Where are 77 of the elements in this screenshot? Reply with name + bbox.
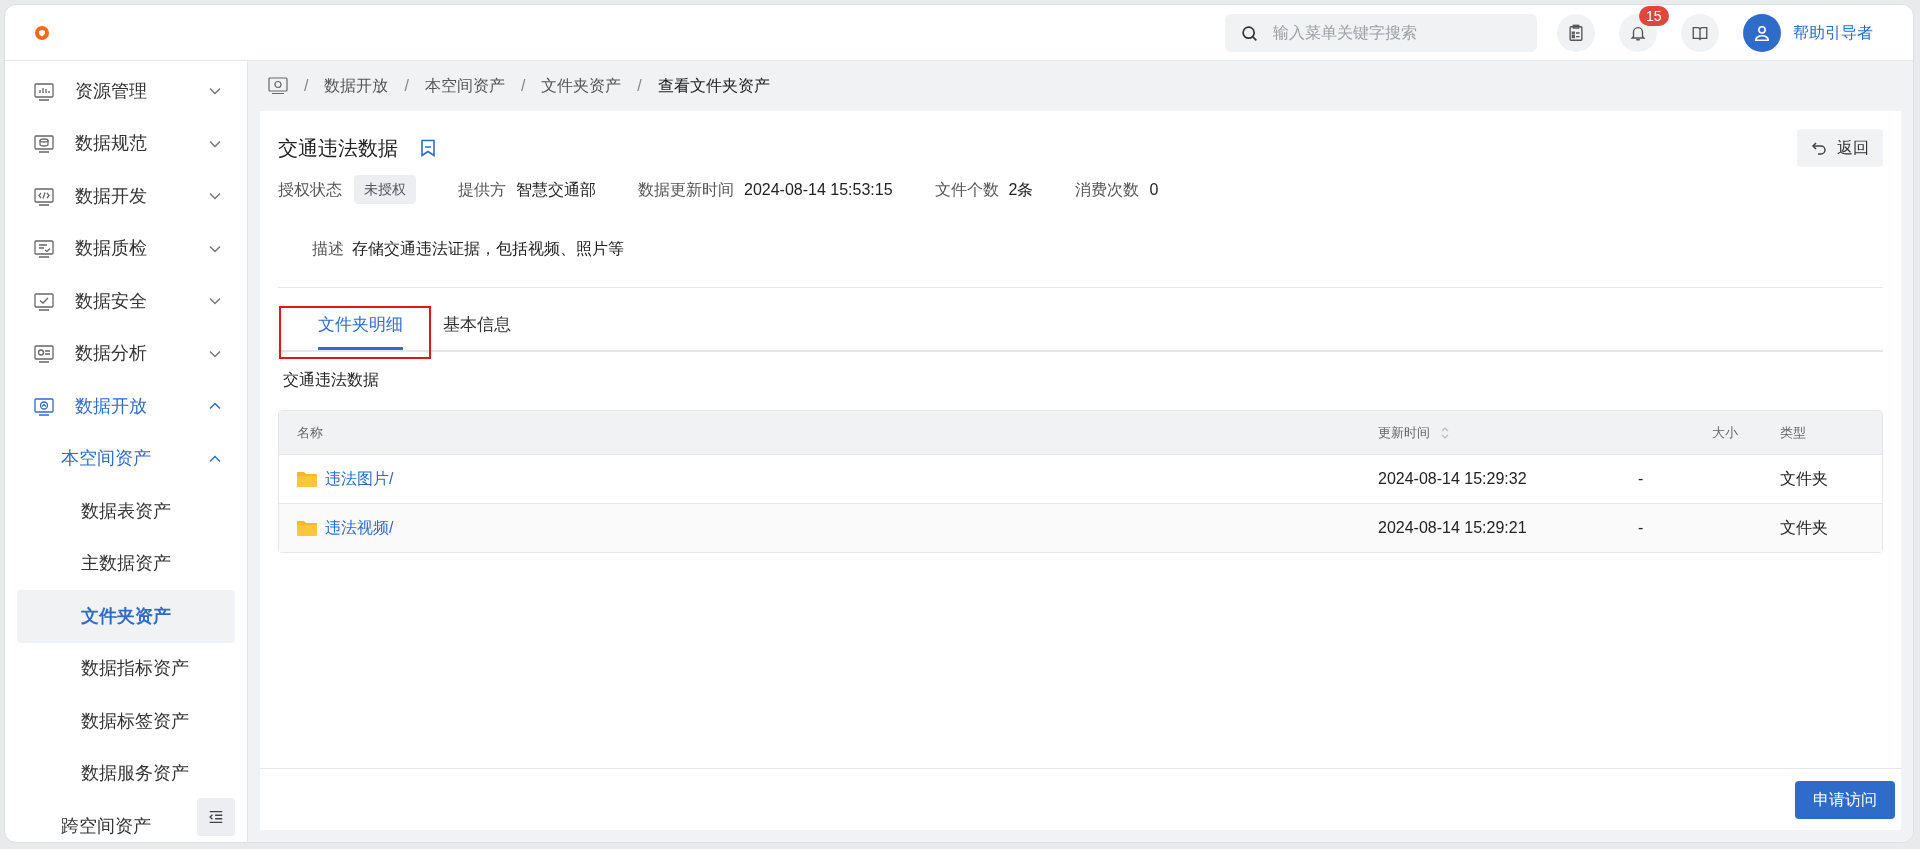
book-button[interactable]: [1681, 13, 1719, 52]
sidebar-item[interactable]: 数据开放: [17, 380, 235, 433]
avatar[interactable]: [1743, 13, 1781, 52]
meta-label: 提供方: [458, 179, 506, 200]
sidebar-item[interactable]: 数据安全: [17, 275, 235, 328]
meta-label: 数据更新时间: [638, 179, 734, 200]
breadcrumb-link[interactable]: 数据开放: [324, 74, 389, 98]
sidebar-item[interactable]: 资源管理: [17, 65, 235, 118]
column-header: 类型: [1780, 423, 1806, 442]
bookmark-icon[interactable]: [420, 139, 436, 157]
sidebar-item[interactable]: 数据表资产: [17, 485, 235, 538]
search-icon: [1241, 24, 1258, 42]
user-link[interactable]: 帮助引导者: [1793, 20, 1873, 45]
collapse-icon: [207, 808, 225, 826]
monitor-icon: [33, 290, 55, 312]
folder-icon: [297, 520, 317, 536]
table-cell: 2024-08-14 15:29:32: [1378, 470, 1527, 487]
collapse-button[interactable]: [197, 798, 235, 836]
column-header: 大小: [1712, 423, 1738, 442]
status-badge: 未授权: [354, 175, 416, 204]
column-header[interactable]: 更新时间: [1378, 422, 1450, 443]
meta-value: 智慧交通部: [516, 179, 596, 200]
clipboard-button[interactable]: [1557, 13, 1595, 52]
folder-icon: [297, 471, 317, 487]
sidebar-item[interactable]: 跨空间资产: [17, 800, 185, 842]
breadcrumb-current: 查看文件夹资产: [657, 76, 770, 96]
table-cell: 2024-08-14 15:29:21: [1378, 519, 1527, 536]
sidebar-item[interactable]: 数据质检: [17, 222, 235, 275]
sidebar-item[interactable]: 数据开发: [17, 170, 235, 223]
description-text: 存储交通违法证据，包括视频、照片等: [352, 239, 624, 259]
breadcrumb-separator: /: [304, 76, 309, 96]
monitor-icon: [33, 185, 55, 207]
table-cell: 文件夹: [1780, 519, 1828, 536]
back-button[interactable]: 返回: [1797, 129, 1883, 167]
monitor-icon: [33, 395, 55, 417]
page-title: 交通违法数据: [278, 136, 398, 161]
table-cell: 文件夹: [1780, 470, 1828, 487]
breadcrumb-link[interactable]: 文件夹资产: [541, 74, 622, 98]
tab[interactable]: 基本信息: [443, 288, 511, 350]
description-label: 描述: [312, 239, 344, 259]
sidebar-item[interactable]: 文件夹资产: [17, 590, 235, 643]
table-cell: -: [1638, 519, 1644, 536]
logo-icon: [35, 25, 49, 40]
home-icon[interactable]: [268, 77, 288, 95]
meta-label: 消费次数: [1075, 179, 1140, 200]
undo-icon: [1811, 140, 1827, 156]
breadcrumb-separator: /: [404, 76, 409, 96]
meta-value: 2条: [1008, 179, 1034, 200]
monitor-icon: [33, 133, 55, 155]
sidebar-item[interactable]: 数据标签资产: [17, 695, 235, 748]
folder-link[interactable]: 违法视频/: [325, 516, 394, 540]
column-header: 名称: [297, 423, 323, 442]
sidebar-item[interactable]: 数据指标资产: [17, 642, 235, 695]
breadcrumb-separator: /: [637, 76, 642, 96]
meta-value: 2024-08-14 15:53:15: [744, 179, 893, 200]
notification-badge: 15: [1639, 5, 1669, 26]
clipboard-icon: [1567, 23, 1585, 42]
sidebar-item[interactable]: 数据服务资产: [17, 747, 235, 800]
folder-link[interactable]: 违法图片/: [325, 467, 394, 491]
apply-access-button[interactable]: 申请访问: [1795, 780, 1895, 819]
search-field[interactable]: 输入菜单关键字搜索: [1225, 13, 1537, 52]
user-icon: [1753, 23, 1771, 42]
meta-label: 文件个数: [934, 179, 999, 200]
sidebar-item[interactable]: 数据分析: [17, 327, 235, 380]
sidebar-item[interactable]: 主数据资产: [17, 537, 235, 590]
sidebar-item[interactable]: 本空间资产: [17, 432, 235, 485]
tab[interactable]: 文件夹明细: [298, 288, 423, 350]
table-cell: -: [1638, 470, 1644, 487]
sidebar-item[interactable]: 数据规范: [17, 117, 235, 170]
meta-label: 授权状态: [278, 179, 342, 200]
monitor-icon: [33, 238, 55, 260]
folder-path: 交通违法数据: [283, 370, 380, 390]
breadcrumb-link[interactable]: 本空间资产: [424, 74, 505, 98]
breadcrumb-separator: /: [520, 76, 526, 96]
meta-value: 0: [1149, 179, 1159, 200]
monitor-icon: [33, 80, 55, 102]
monitor-icon: [33, 343, 55, 365]
